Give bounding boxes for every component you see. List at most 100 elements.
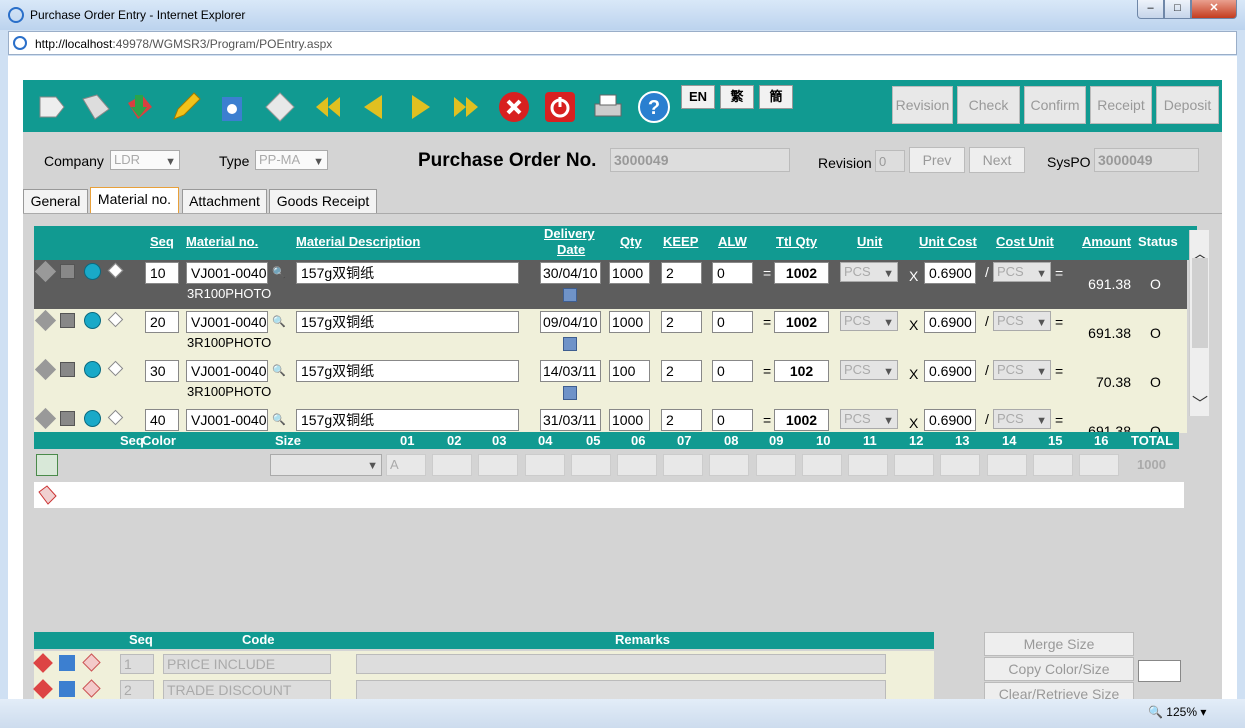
check-button[interactable]: Check xyxy=(957,86,1020,124)
calendar-icon[interactable] xyxy=(563,337,577,351)
lang-traditional-button[interactable]: 繁 xyxy=(720,85,754,109)
size-qty-input[interactable] xyxy=(1032,454,1073,476)
size-qty-input[interactable] xyxy=(755,454,796,476)
unit-cost-input[interactable]: 0.6900 xyxy=(924,262,976,284)
delivery-date-input[interactable]: 30/04/10 xyxy=(540,262,601,284)
previous-record-icon[interactable] xyxy=(357,90,391,124)
unit-cost-input[interactable]: 0.6900 xyxy=(924,360,976,382)
keep-input[interactable]: 2 xyxy=(661,262,702,284)
col-cost-unit[interactable]: Cost Unit xyxy=(996,234,1054,249)
size-qty-input[interactable] xyxy=(570,454,611,476)
size-qty-input[interactable] xyxy=(940,454,981,476)
size-qty-input[interactable] xyxy=(478,454,519,476)
material-desc-input[interactable]: 157g双铜纸 xyxy=(296,262,519,284)
row-edit-icon[interactable] xyxy=(34,260,57,283)
close-button[interactable]: ✕ xyxy=(1191,0,1237,19)
ttl-qty-input[interactable]: 1002 xyxy=(774,311,829,333)
remark-delete-icon[interactable] xyxy=(59,681,75,697)
clear-diamond-icon[interactable] xyxy=(263,90,297,124)
keep-input[interactable]: 2 xyxy=(661,311,702,333)
tab-general[interactable]: General xyxy=(23,189,88,213)
merge-size-button[interactable]: Merge Size xyxy=(984,632,1134,656)
keep-input[interactable]: 2 xyxy=(661,360,702,382)
size-qty-input[interactable] xyxy=(617,454,657,476)
cost-unit-select[interactable]: PCS ▼ xyxy=(993,262,1051,282)
deposit-button[interactable]: Deposit xyxy=(1156,86,1219,124)
row-status-icon[interactable] xyxy=(84,410,101,427)
last-record-icon[interactable] xyxy=(449,90,483,124)
keep-input[interactable]: 2 xyxy=(661,409,702,431)
lang-en-button[interactable]: EN xyxy=(681,85,715,109)
recycle-bin-icon[interactable] xyxy=(215,90,249,124)
row-clear-icon[interactable] xyxy=(107,409,124,426)
material-desc-input[interactable]: 157g双铜纸 xyxy=(296,409,519,431)
remarks-row[interactable]: 2 TRADE DISCOUNT xyxy=(33,677,934,699)
row-status-icon[interactable] xyxy=(84,263,101,280)
seq-input[interactable]: 20 xyxy=(145,311,179,333)
ttl-qty-input[interactable]: 102 xyxy=(774,360,829,382)
row-edit-icon[interactable] xyxy=(34,309,57,332)
size-qty-input[interactable] xyxy=(709,454,750,476)
size-qty-input[interactable]: A xyxy=(386,454,426,476)
delivery-date-input[interactable]: 09/04/10 xyxy=(540,311,601,333)
table-row[interactable]: 10 VJ001-0040 3R100PHOTO 🔍 157g双铜纸 30/04… xyxy=(34,260,1187,309)
edit-pencil-icon[interactable] xyxy=(169,90,203,124)
copy-count-input[interactable] xyxy=(1138,660,1181,682)
zoom-level[interactable]: 🔍 125% ▾ xyxy=(1148,705,1206,719)
maximize-button[interactable]: □ xyxy=(1164,0,1191,19)
ttl-qty-input[interactable]: 1002 xyxy=(774,262,829,284)
col-keep[interactable]: KEEP xyxy=(663,234,698,249)
unit-select[interactable]: PCS ▼ xyxy=(840,360,898,380)
row-delete-icon[interactable] xyxy=(60,264,75,279)
syspo-field[interactable]: 3000049 xyxy=(1094,148,1199,172)
unit-select[interactable]: PCS ▼ xyxy=(840,262,898,282)
size-qty-input[interactable] xyxy=(801,454,842,476)
calendar-icon[interactable] xyxy=(563,288,577,302)
col-alw[interactable]: ALW xyxy=(718,234,747,249)
material-search-icon[interactable]: 🔍 xyxy=(272,315,286,328)
power-exit-icon[interactable] xyxy=(543,90,577,124)
material-no-input[interactable]: VJ001-0040 xyxy=(186,409,268,431)
unit-cost-input[interactable]: 0.6900 xyxy=(924,409,976,431)
seq-input[interactable]: 10 xyxy=(145,262,179,284)
size-qty-input[interactable] xyxy=(986,454,1027,476)
tab-attachment[interactable]: Attachment xyxy=(182,189,267,213)
company-select[interactable]: LDR ▼ xyxy=(110,150,180,170)
next-button[interactable]: Next xyxy=(969,147,1025,173)
clear-retrieve-size-button[interactable]: Clear/Retrieve Size xyxy=(984,682,1134,699)
size-select[interactable]: ▼ xyxy=(270,454,382,476)
scroll-down-icon[interactable]: ﹀ xyxy=(1192,390,1208,414)
row-status-icon[interactable] xyxy=(84,361,101,378)
scroll-thumb[interactable] xyxy=(1192,258,1208,348)
size-qty-input[interactable] xyxy=(524,454,565,476)
revision-field[interactable]: 0 xyxy=(875,150,905,172)
type-select[interactable]: PP-MA ▼ xyxy=(255,150,328,170)
open-document-icon[interactable] xyxy=(79,90,113,124)
cost-unit-select[interactable]: PCS ▼ xyxy=(993,409,1051,429)
remark-text-input[interactable] xyxy=(356,680,886,699)
row-edit-icon[interactable] xyxy=(34,358,57,381)
help-icon[interactable]: ? xyxy=(637,90,671,124)
row-clear-icon[interactable] xyxy=(107,311,124,328)
material-no-input[interactable]: VJ001-0040 xyxy=(186,360,268,382)
remark-code-input[interactable]: TRADE DISCOUNT xyxy=(163,680,331,699)
seq-input[interactable]: 30 xyxy=(145,360,179,382)
col-unit-cost[interactable]: Unit Cost xyxy=(919,234,977,249)
remark-text-input[interactable] xyxy=(356,654,886,674)
col-delivery[interactable]: Delivery xyxy=(544,226,595,241)
table-row[interactable]: 20 VJ001-0040 3R100PHOTO 🔍 157g双铜纸 09/04… xyxy=(34,309,1187,358)
tab-material-no[interactable]: Material no. xyxy=(90,187,179,213)
size-qty-input[interactable] xyxy=(894,454,935,476)
remark-edit-icon[interactable] xyxy=(33,679,53,699)
address-bar[interactable]: http://localhost:49978/WGMSR3/Program/PO… xyxy=(8,31,1237,55)
add-row-icon[interactable] xyxy=(36,484,58,506)
unit-select[interactable]: PCS ▼ xyxy=(840,409,898,429)
col-unit[interactable]: Unit xyxy=(857,234,882,249)
remark-seq-input[interactable]: 1 xyxy=(120,654,154,674)
col-qty[interactable]: Qty xyxy=(620,234,642,249)
material-desc-input[interactable]: 157g双铜纸 xyxy=(296,311,519,333)
confirm-button[interactable]: Confirm xyxy=(1024,86,1086,124)
qty-input[interactable]: 100 xyxy=(609,360,650,382)
lang-simplified-button[interactable]: 簡 xyxy=(759,85,793,109)
col-amount[interactable]: Amount xyxy=(1082,234,1131,249)
